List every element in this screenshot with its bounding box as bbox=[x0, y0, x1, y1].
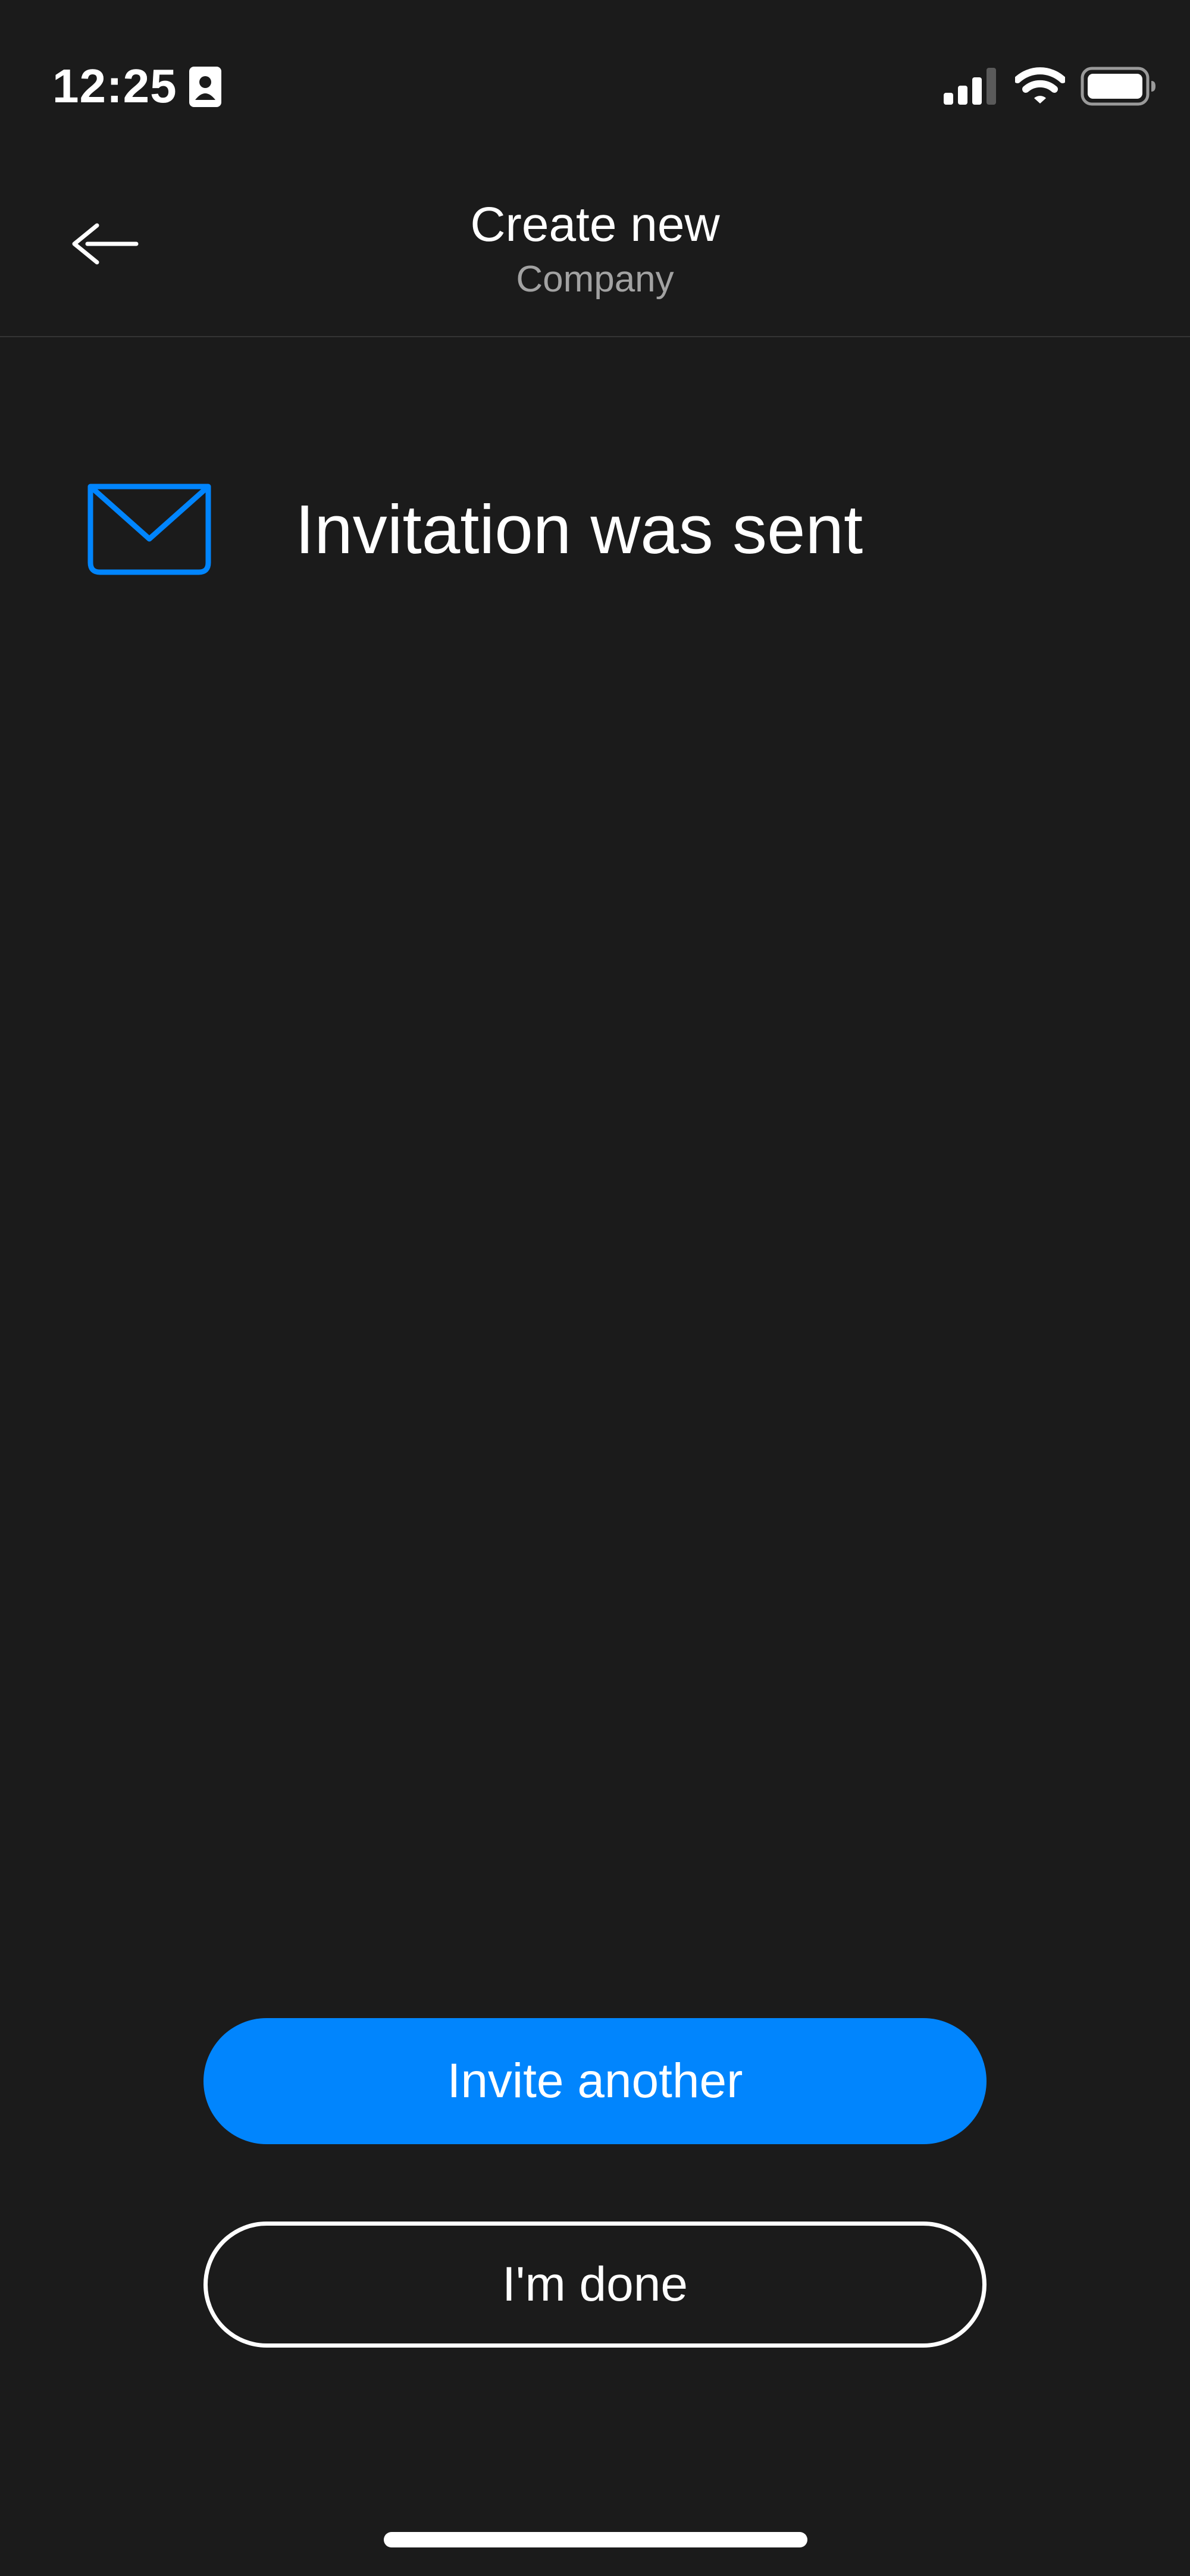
battery-icon bbox=[1081, 67, 1155, 106]
page-subtitle: Company bbox=[516, 259, 674, 300]
invitation-sent-message: Invitation was sent bbox=[87, 476, 863, 583]
invite-another-button[interactable]: Invite another bbox=[203, 2018, 987, 2144]
contact-card-icon bbox=[189, 67, 221, 107]
message-text: Invitation was sent bbox=[295, 491, 863, 568]
wifi-icon bbox=[1015, 67, 1065, 103]
signal-icon bbox=[944, 68, 996, 105]
nav-header: Create new Company bbox=[0, 172, 1190, 337]
back-button[interactable] bbox=[60, 208, 149, 280]
mail-icon bbox=[87, 484, 211, 575]
status-time: 12:25 bbox=[52, 59, 177, 112]
page-title: Create new bbox=[470, 197, 720, 252]
back-arrow-icon bbox=[72, 223, 139, 265]
home-indicator bbox=[384, 2532, 807, 2547]
status-bar: 12:25 bbox=[0, 0, 1190, 172]
done-button[interactable]: I'm done bbox=[203, 2222, 987, 2348]
